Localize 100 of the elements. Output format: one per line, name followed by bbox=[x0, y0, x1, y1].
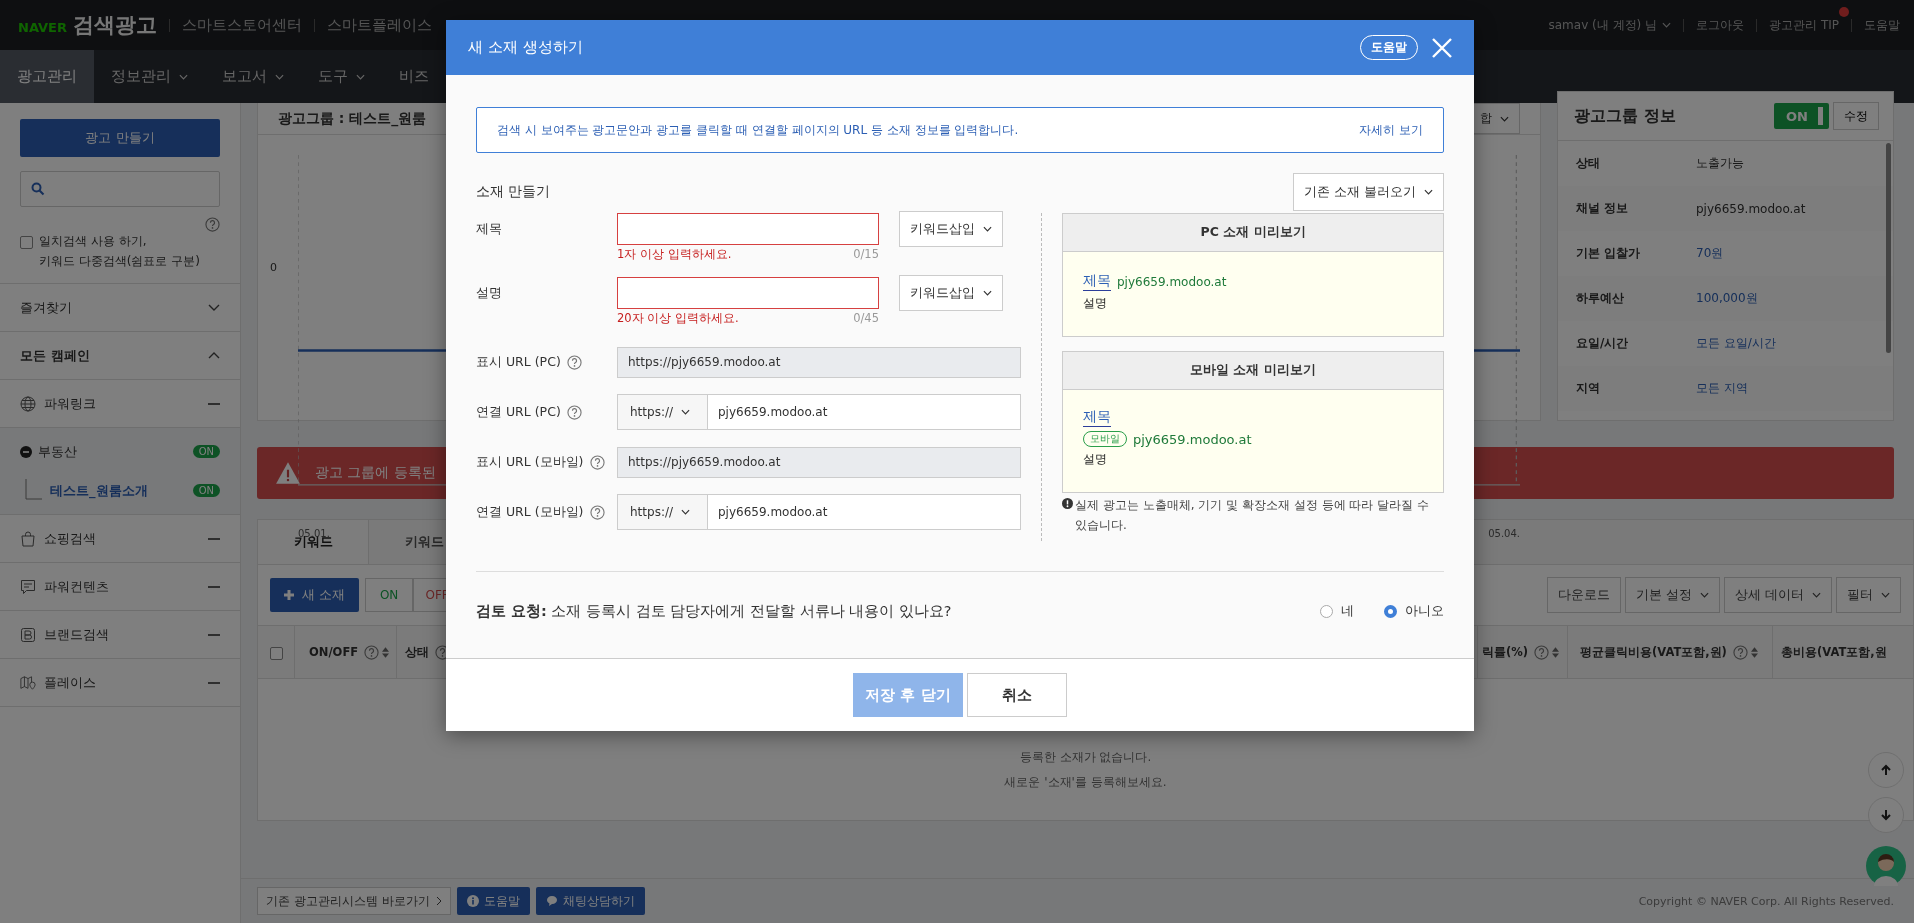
keyword-insert-dropdown[interactable]: 키워드삽입 bbox=[899, 275, 1003, 311]
load-existing-dropdown[interactable]: 기존 소재 불러오기 bbox=[1293, 173, 1444, 211]
readonly-url-field[interactable]: https://pjy6659.modoo.at bbox=[617, 346, 1021, 378]
radio-button[interactable] bbox=[1384, 604, 1397, 618]
protocol-dropdown[interactable]: https:// bbox=[617, 394, 707, 430]
logo-brand[interactable]: NAVER bbox=[18, 20, 67, 35]
radio-label[interactable]: 아니오 bbox=[1405, 602, 1444, 620]
preview-title: 모바일 소재 미리보기 bbox=[1063, 352, 1443, 390]
section-header[interactable]: 모든 캠페인 bbox=[0, 332, 240, 380]
details-link[interactable]: 자세히 보기 bbox=[1359, 121, 1423, 139]
warning-icon bbox=[275, 461, 301, 485]
nav-tab[interactable]: 도구 bbox=[301, 50, 382, 103]
nav-tab[interactable]: 광고관리 bbox=[0, 50, 94, 103]
empty-message: 등록한 소재가 없습니다. bbox=[1019, 748, 1152, 766]
on-button[interactable]: ON bbox=[365, 578, 414, 612]
new-item-button[interactable]: 새 소재 bbox=[270, 578, 360, 612]
readonly-url-field[interactable]: https://pjy6659.modoo.at bbox=[617, 446, 1021, 478]
character-counter: 0/15 bbox=[853, 247, 879, 262]
download-button[interactable]: 다운로드 bbox=[1546, 577, 1621, 613]
dropdown-button[interactable]: 상세 데이터 bbox=[1723, 577, 1832, 613]
sort-icon[interactable] bbox=[1552, 646, 1559, 658]
text-field[interactable] bbox=[617, 277, 879, 309]
tip-link[interactable]: 광고관리 TIP bbox=[1769, 17, 1839, 32]
create-ad-button[interactable]: 광고 만들기 bbox=[20, 119, 220, 157]
campaign-type[interactable]: 쇼핑검색 bbox=[44, 529, 96, 548]
sort-icon[interactable] bbox=[1750, 646, 1758, 658]
close-icon[interactable] bbox=[1432, 37, 1452, 58]
scroll-down-button[interactable] bbox=[1868, 797, 1904, 833]
collapse-icon[interactable] bbox=[20, 445, 32, 458]
nav-tab[interactable]: 비즈 bbox=[382, 50, 446, 103]
top-link[interactable]: 스마트스토어센터 bbox=[182, 15, 302, 35]
column-header[interactable]: ON/OFF bbox=[309, 645, 359, 659]
info-link[interactable]: 100,000원 bbox=[1696, 290, 1758, 307]
copyright-text: Copyright © NAVER Corp. All Rights Reserved. bbox=[1638, 894, 1894, 908]
caret-icon bbox=[1812, 592, 1821, 598]
dropdown-button[interactable]: 필터 bbox=[1836, 577, 1901, 613]
preview-headline[interactable]: 제목 bbox=[1083, 408, 1111, 427]
campaign-tree-item[interactable]: 부동산 ON bbox=[0, 432, 240, 471]
preview-headline[interactable]: 제목 bbox=[1083, 272, 1111, 291]
account-menu[interactable]: samav (내 계정) 님 bbox=[1548, 16, 1658, 34]
url-field[interactable]: pjy6659.modoo.at bbox=[707, 394, 1021, 430]
sort-icon[interactable] bbox=[382, 646, 390, 658]
campaign-type[interactable]: 플레이스 bbox=[44, 673, 96, 692]
review-question: 검토 요청: 소재 등록시 검토 담당자에게 전달할 서류나 내용이 있나요? bbox=[476, 601, 952, 621]
collapse-icon[interactable] bbox=[208, 402, 220, 405]
column-header[interactable]: 평균클릭비용(VAT포함,원) bbox=[1580, 644, 1727, 660]
legacy-system-link[interactable]: 기존 광고관리시스템 바로가기 bbox=[257, 887, 451, 915]
column-header[interactable]: 총비용(VAT포함,원 bbox=[1781, 644, 1887, 660]
chatbot-avatar-icon[interactable] bbox=[1866, 846, 1906, 886]
campaign-type[interactable]: 파워링크 bbox=[44, 394, 96, 413]
info-label: 기본 입찰가 bbox=[1576, 245, 1642, 262]
caret-icon bbox=[983, 290, 992, 296]
nav-tab[interactable]: 보고서 bbox=[205, 50, 301, 103]
caret-icon bbox=[275, 73, 284, 80]
field-label: 표시 URL (PC) bbox=[476, 353, 561, 371]
column-header[interactable]: 릭률(%) bbox=[1481, 644, 1528, 660]
ad-group-title: 광고그룹 : 테스트_원룸 bbox=[278, 109, 427, 128]
info-link[interactable]: 70원 bbox=[1696, 245, 1724, 262]
cancel-button[interactable]: 취소 bbox=[967, 673, 1067, 717]
caret-icon bbox=[1500, 115, 1509, 122]
campaign-name: 테스트_원룸소개 bbox=[50, 481, 148, 500]
map-pin-icon bbox=[20, 674, 36, 691]
collapse-icon[interactable] bbox=[208, 633, 220, 636]
logo-title[interactable]: 검색광고 bbox=[73, 11, 157, 39]
campaign-type[interactable]: 브랜드검색 bbox=[44, 625, 109, 644]
caret-icon bbox=[179, 73, 188, 80]
logout-link[interactable]: 로그아웃 bbox=[1696, 16, 1745, 34]
on-off-toggle[interactable]: ON bbox=[1774, 103, 1829, 129]
section-header[interactable]: 즐겨찾기 bbox=[0, 284, 240, 332]
keyword-insert-dropdown[interactable]: 키워드삽입 bbox=[899, 211, 1003, 247]
info-link[interactable]: 모든 요일/시간 bbox=[1696, 335, 1776, 352]
checkbox[interactable] bbox=[270, 646, 283, 660]
edit-button[interactable]: 수정 bbox=[1833, 102, 1879, 130]
search-field[interactable] bbox=[20, 171, 220, 207]
preview-description: 설명 bbox=[1083, 452, 1107, 466]
campaign-tree-item[interactable]: 테스트_원룸소개 ON bbox=[0, 471, 240, 510]
dropdown-button[interactable]: 기본 설정 bbox=[1624, 577, 1720, 613]
error-message: 1자 이상 입력하세요. bbox=[617, 247, 732, 262]
caret-icon bbox=[681, 409, 690, 415]
collapse-icon[interactable] bbox=[208, 681, 220, 684]
info-link[interactable]: 모든 지역 bbox=[1696, 380, 1748, 397]
top-link[interactable]: 스마트플레이스 bbox=[327, 15, 432, 35]
collapse-icon[interactable] bbox=[208, 585, 220, 588]
url-field[interactable]: pjy6659.modoo.at bbox=[707, 494, 1021, 530]
collapse-icon[interactable] bbox=[208, 537, 220, 540]
text-field[interactable] bbox=[617, 213, 879, 245]
info-value: 노출가능 bbox=[1696, 155, 1744, 172]
help-link[interactable]: 도움말 bbox=[1864, 16, 1900, 34]
radio-button[interactable] bbox=[1320, 604, 1333, 618]
chat-button[interactable]: 채팅상담하기 bbox=[535, 887, 645, 915]
radio-label[interactable]: 네 bbox=[1341, 602, 1354, 620]
protocol-dropdown[interactable]: https:// bbox=[617, 494, 707, 530]
column-header[interactable]: 상태 bbox=[405, 644, 429, 660]
nav-tab[interactable]: 정보관리 bbox=[94, 50, 205, 103]
help-button[interactable]: 도움말 bbox=[456, 887, 530, 915]
scrollbar[interactable] bbox=[1886, 143, 1891, 353]
x-axis-label: 05.04. bbox=[1488, 527, 1520, 539]
campaign-type[interactable]: 파워컨텐츠 bbox=[44, 577, 109, 596]
checkbox[interactable] bbox=[20, 236, 33, 249]
preview-url: pjy6659.modoo.at bbox=[1133, 431, 1252, 447]
